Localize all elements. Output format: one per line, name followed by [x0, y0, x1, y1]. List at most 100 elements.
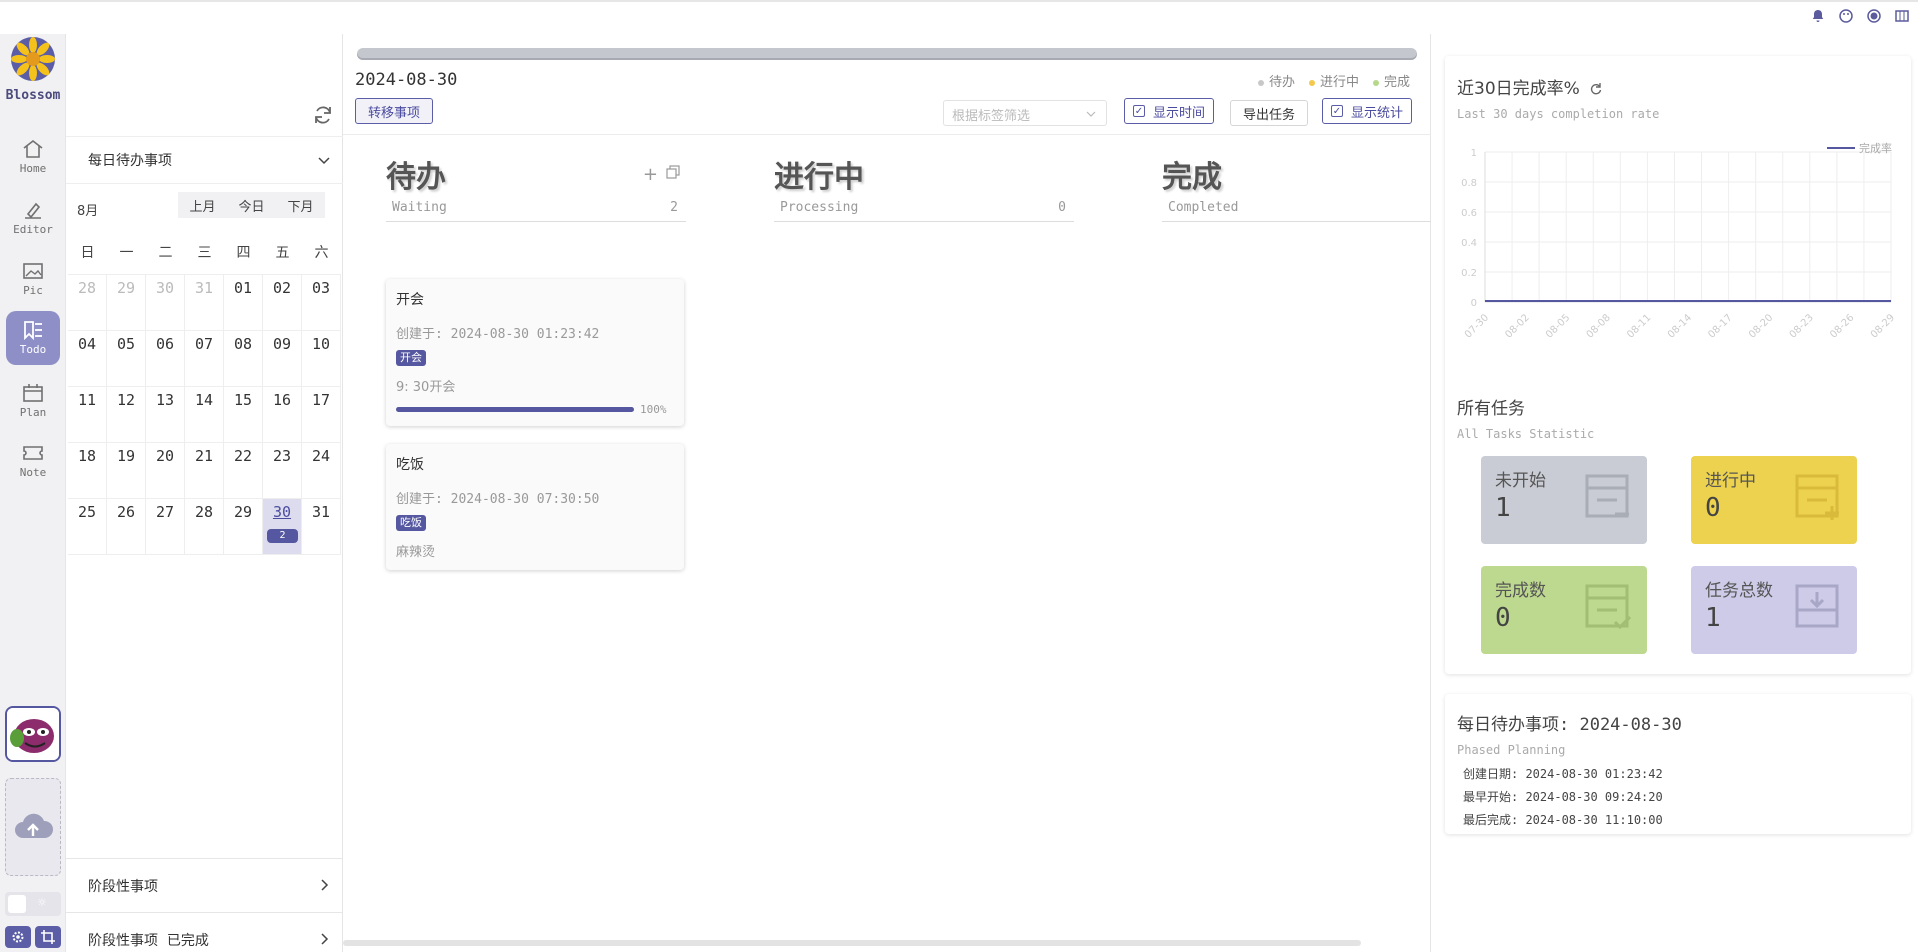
next-month-button[interactable]: 下月 [276, 192, 327, 218]
calendar-day[interactable]: 01 [224, 275, 263, 331]
calendar-day[interactable]: 15 [224, 387, 263, 443]
record-icon[interactable] [1866, 8, 1882, 24]
avatar-image [7, 708, 59, 760]
calendar-day[interactable]: 29 [107, 275, 146, 331]
calendar-day[interactable]: 28 [185, 499, 224, 555]
export-button[interactable]: 导出任务 [1230, 100, 1309, 126]
calendar-day[interactable]: 05 [107, 331, 146, 387]
nav-note[interactable]: Note [6, 434, 60, 488]
calendar-day[interactable]: 02 [263, 275, 302, 331]
calendar-day-number: 14 [194, 391, 214, 409]
logo[interactable]: Blossom [0, 34, 66, 116]
x-tick-label: 08-14 [1666, 312, 1694, 340]
calendar-day[interactable]: 23 [263, 443, 302, 499]
transfer-button[interactable]: 转移事项 [355, 98, 434, 124]
task-memo: 麻辣烫 [396, 545, 436, 560]
calendar-day[interactable]: 04 [68, 331, 107, 387]
nav-pic[interactable]: Pic [6, 252, 60, 306]
inbox-check-icon [1585, 584, 1632, 630]
upload-area[interactable] [5, 778, 61, 876]
calendar-day-number: 23 [272, 447, 292, 465]
month-label: 8月 [77, 204, 99, 219]
calendar-day[interactable]: 18 [68, 443, 107, 499]
calendar-day[interactable]: 13 [146, 387, 185, 443]
calendar-day[interactable]: 26 [107, 499, 146, 555]
daily-todo-header[interactable]: 每日待办事项 [66, 136, 343, 184]
calendar-day[interactable]: 17 [302, 387, 341, 443]
phased-done-row[interactable]: 阶段性事项 已完成 [66, 912, 343, 952]
copy-icon[interactable] [666, 164, 680, 185]
column-sub-label: Processing [780, 200, 859, 215]
calendar-day-number: 20 [155, 447, 175, 465]
today-button[interactable]: 今日 [227, 192, 278, 218]
nav-home[interactable]: Home [6, 130, 60, 184]
task-title: 开会 [396, 292, 424, 308]
crop-button[interactable] [35, 926, 61, 948]
nav-editor[interactable]: Editor [6, 191, 60, 245]
calendar-day[interactable]: 30 [146, 275, 185, 331]
avatar[interactable] [5, 706, 61, 762]
task-tag[interactable]: 吃饭 [396, 515, 426, 531]
tag-filter-placeholder: 根据标签筛选 [952, 109, 1031, 124]
nav-plan[interactable]: Plan [6, 374, 60, 428]
calendar-day[interactable]: 16 [263, 387, 302, 443]
checkbox-checked-icon: ✓ [1331, 105, 1343, 117]
calendar-day[interactable]: 08 [224, 331, 263, 387]
calendar-day[interactable]: 06 [146, 331, 185, 387]
calendar-day[interactable]: 10 [302, 331, 341, 387]
calendar-day[interactable]: 31 [185, 275, 224, 331]
y-tick-label: 0 [1471, 298, 1477, 309]
calendar-day[interactable]: 31 [302, 499, 341, 555]
calendar-day[interactable]: 07 [185, 331, 224, 387]
legend-dot [1257, 79, 1264, 86]
nav-home-label: Home [19, 162, 47, 175]
bell-icon[interactable] [1810, 8, 1826, 24]
calendar-day[interactable]: 24 [302, 443, 341, 499]
settings-button[interactable] [5, 926, 31, 948]
nav-note-label: Note [19, 466, 47, 479]
calendar-day-number: 13 [155, 391, 175, 409]
calendar-day[interactable]: 12 [107, 387, 146, 443]
calendar-day[interactable]: 22 [224, 443, 263, 499]
phased-done-label: 阶段性事项 已完成 [88, 932, 209, 949]
calendar-day[interactable]: 20 [146, 443, 185, 499]
legend-label: 待办 [1268, 75, 1295, 90]
calendar-day[interactable]: 28 [68, 275, 107, 331]
calendar-day[interactable]: 30 2 [263, 499, 302, 555]
all-tasks-header: 所有任务 All Tasks Statistic [1457, 394, 1594, 441]
calendar-day[interactable]: 11 [68, 387, 107, 443]
add-icon[interactable]: + [643, 164, 658, 185]
palette-icon[interactable] [1838, 8, 1854, 24]
tag-filter-select[interactable]: 根据标签筛选 [943, 100, 1107, 126]
calendar-day[interactable]: 03 [302, 275, 341, 331]
calendar-day[interactable]: 14 [185, 387, 224, 443]
calendar-day[interactable]: 19 [107, 443, 146, 499]
theme-toggle[interactable]: ☼ [5, 892, 61, 916]
calendar-day-number: 30 [155, 279, 175, 297]
rate-subtitle: Last 30 days completion rate [1457, 107, 1660, 121]
task-tag[interactable]: 开会 [396, 350, 426, 366]
calendar-day[interactable]: 09 [263, 331, 302, 387]
columns-icon[interactable] [1894, 8, 1910, 24]
column-processing: 进行中 Processing 0 [774, 152, 1074, 222]
calendar-day-number: 17 [311, 391, 331, 409]
horizontal-scrollbar[interactable] [343, 940, 1361, 946]
prev-month-button[interactable]: 上月 [178, 192, 229, 218]
info-subtitle: Phased Planning [1457, 743, 1566, 757]
task-card[interactable]: 开会 创建于: 2024-08-30 01:23:42 开会 9: 30开会 1… [386, 279, 684, 426]
calendar-day[interactable]: 21 [185, 443, 224, 499]
legend-dot [1308, 79, 1315, 86]
tile-not-started: 未开始 1 [1481, 456, 1647, 544]
show-stats-toggle[interactable]: ✓ 显示统计 [1322, 98, 1413, 124]
calendar-day[interactable]: 27 [146, 499, 185, 555]
calendar-day[interactable]: 25 [68, 499, 107, 555]
kanban-board: 2024-08-30 待办 进行中 完成 转移事项 根据标签筛选 ✓ 显示时间 … [343, 34, 1431, 952]
show-time-toggle[interactable]: ✓ 显示时间 [1124, 98, 1215, 124]
phased-items-row[interactable]: 阶段性事项 [66, 858, 343, 912]
calendar-day[interactable]: 29 [224, 499, 263, 555]
nav-todo[interactable]: Todo [6, 311, 60, 365]
nav-todo-label: Todo [19, 343, 47, 356]
task-card[interactable]: 吃饭 创建于: 2024-08-30 07:30:50 吃饭 麻辣烫 [386, 444, 684, 570]
refresh-icon[interactable] [1589, 82, 1603, 96]
refresh-icon[interactable] [312, 104, 334, 126]
